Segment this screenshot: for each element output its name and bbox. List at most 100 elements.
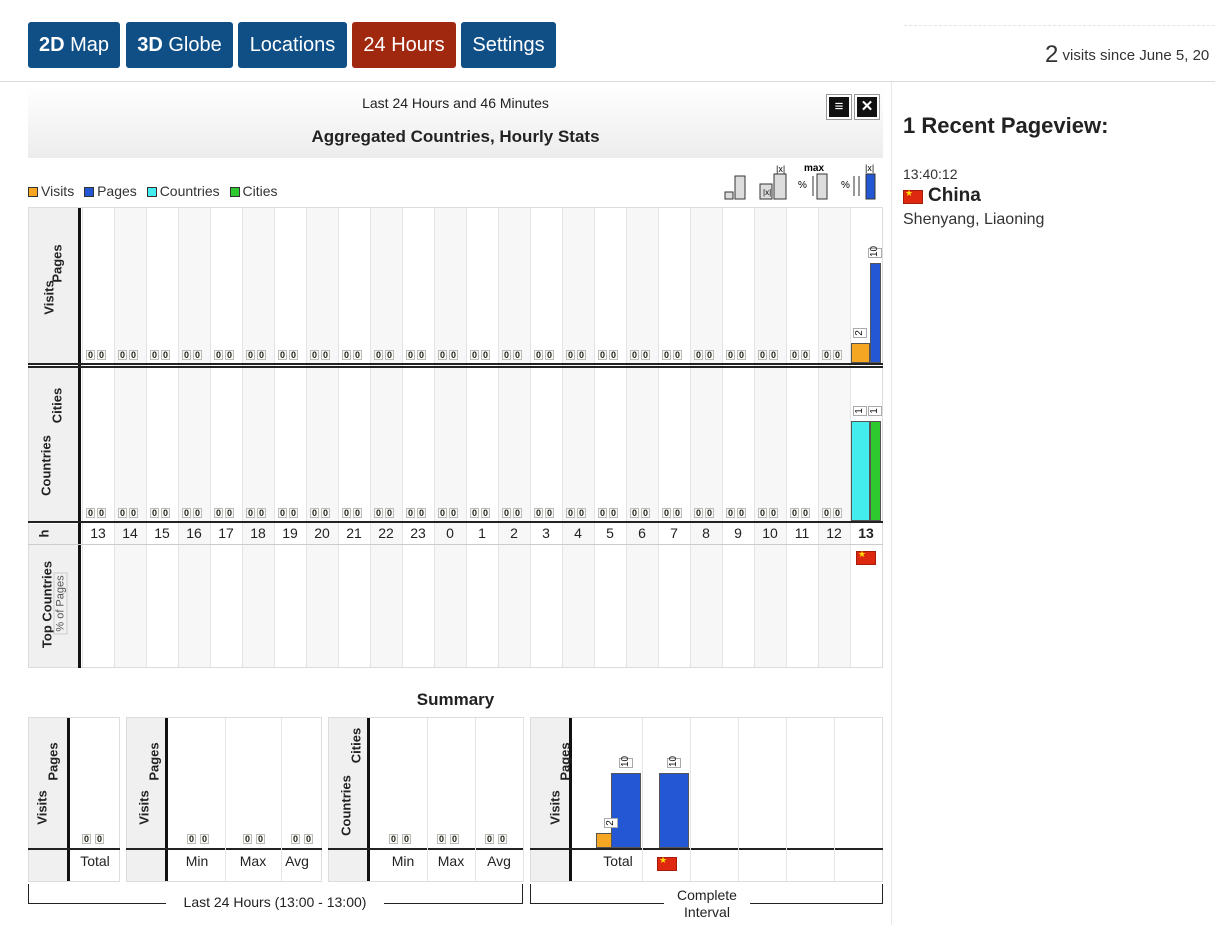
chart-bar-pages[interactable]: [870, 263, 881, 363]
zero-value-label: 0: [438, 508, 447, 518]
zero-value-label: 0: [402, 834, 411, 844]
bar-chart-tool-icon[interactable]: [722, 162, 750, 200]
zero-value-label: 0: [485, 834, 494, 844]
zero-value-label: 0: [246, 350, 255, 360]
stacked-percent-tool-icon[interactable]: |x| %: [840, 162, 878, 200]
summary-row-label: Pages: [557, 742, 573, 781]
zero-value-label: 0: [406, 350, 415, 360]
legend-pages-swatch: [84, 187, 95, 197]
zero-value-label: 0: [304, 834, 313, 844]
zero-value-label: 0: [545, 508, 554, 518]
hour-column: [370, 208, 402, 667]
chart-bar-countries[interactable]: [851, 421, 870, 521]
nav-locations-button[interactable]: Locations: [238, 22, 347, 68]
zero-value-label: 0: [498, 834, 507, 844]
nav-2d-map-button[interactable]: 2D Map: [28, 22, 120, 68]
zero-value-label: 0: [214, 350, 223, 360]
zero-value-label: 0: [353, 350, 362, 360]
zero-value-label: 0: [256, 834, 265, 844]
summary-complete-box-baseline: [530, 848, 883, 850]
hour-tick-label: 21: [346, 525, 362, 541]
hour-column: [274, 208, 306, 667]
hour-tick-label: 5: [606, 525, 614, 541]
zero-value-label: 0: [95, 834, 104, 844]
zero-value-label: 0: [289, 350, 298, 360]
zero-value-label: 0: [705, 508, 714, 518]
hour-column: [146, 208, 178, 667]
visits-pages-baseline: [28, 363, 883, 365]
legend-cities-swatch: [229, 187, 240, 197]
zero-value-label: 0: [630, 508, 639, 518]
zero-value-label: 0: [321, 350, 330, 360]
hour-tick-label: 19: [282, 525, 298, 541]
china-flag-icon: [903, 188, 923, 204]
legend-cities-label: Cities: [242, 183, 278, 199]
chart-bar-visits[interactable]: [851, 343, 870, 363]
zero-value-label: 0: [187, 834, 196, 844]
legend-cities[interactable]: Cities: [229, 183, 278, 199]
hour-column: [466, 208, 498, 667]
zero-value-label: 0: [513, 350, 522, 360]
zero-value-label: 0: [225, 350, 234, 360]
svg-text:%: %: [798, 180, 807, 191]
summary-min-label: Min: [185, 853, 209, 869]
summary-minmax-visits-box-baseline: [126, 848, 322, 850]
zero-value-label: 0: [641, 350, 650, 360]
nav-3d-globe-button[interactable]: 3D Globe: [126, 22, 233, 68]
zero-value-label: 0: [118, 350, 127, 360]
hour-column: [626, 208, 658, 667]
hour-tick-label: 13: [858, 525, 874, 541]
chart-bar-cities[interactable]: [870, 421, 881, 521]
zero-value-label: 0: [161, 350, 170, 360]
close-icon[interactable]: ✕: [854, 94, 880, 120]
zero-value-label: 0: [769, 350, 778, 360]
summary-complete-cell: [690, 718, 691, 881]
zero-value-label: 0: [694, 350, 703, 360]
zero-value-label: 0: [641, 508, 650, 518]
pct-pages-label: % of Pages: [53, 572, 68, 635]
zero-value-label: 0: [406, 508, 415, 518]
summary-bar-pages[interactable]: [611, 773, 641, 848]
hour-tick-label: 7: [670, 525, 678, 541]
legend-visits[interactable]: Visits: [28, 183, 74, 199]
zero-value-label: 0: [673, 508, 682, 518]
zero-value-label: 0: [481, 350, 490, 360]
legend-countries[interactable]: Countries: [146, 183, 220, 199]
hour-column: [82, 208, 114, 667]
svg-text:|x|: |x|: [763, 188, 771, 197]
summary-cell: [523, 718, 524, 881]
nav-settings-button[interactable]: Settings: [461, 22, 556, 68]
zero-value-label: 0: [86, 350, 95, 360]
nav-24-hours-button[interactable]: 24 Hours: [352, 22, 456, 68]
summary-complete-cell: [738, 718, 739, 881]
zero-value-label: 0: [449, 350, 458, 360]
recent-pageview-country[interactable]: China: [928, 185, 981, 207]
row-label-hour: h: [36, 529, 52, 538]
complete-interval-label: Complete Interval: [664, 887, 750, 921]
hour-column: [690, 208, 722, 667]
legend-pages[interactable]: Pages: [84, 183, 137, 199]
zero-value-label: 0: [662, 350, 671, 360]
hour-column: [178, 208, 210, 667]
zero-value-label: 0: [769, 508, 778, 518]
zero-value-label: 0: [374, 508, 383, 518]
zero-value-label: 0: [833, 508, 842, 518]
recent-pageview-title: 1 Recent Pageview:: [903, 113, 1109, 138]
absolute-scale-tool-icon[interactable]: |x| |x|: [758, 162, 792, 200]
hour-tick-label: 8: [702, 525, 710, 541]
summary-minmax-countries-box-axis: [367, 718, 370, 881]
summary-row-label: Pages: [146, 742, 162, 781]
hour-tick-label: 0: [446, 525, 454, 541]
zero-value-label: 0: [417, 508, 426, 518]
zero-value-label: 0: [257, 350, 266, 360]
max-percent-tool-icon[interactable]: max %: [797, 162, 833, 200]
zero-value-label: 0: [502, 508, 511, 518]
summary-data-label-china-pages: 10: [667, 755, 681, 768]
hour-column: [242, 208, 274, 667]
hour-column: [338, 208, 370, 667]
zero-value-label: 0: [598, 508, 607, 518]
panel-subtitle: Last 24 Hours and 46 Minutes: [362, 95, 549, 111]
summary-bar-china-pages[interactable]: [659, 773, 689, 848]
hamburger-menu-icon[interactable]: ≡: [826, 94, 852, 120]
hour-row-bottom-line: [28, 544, 883, 545]
